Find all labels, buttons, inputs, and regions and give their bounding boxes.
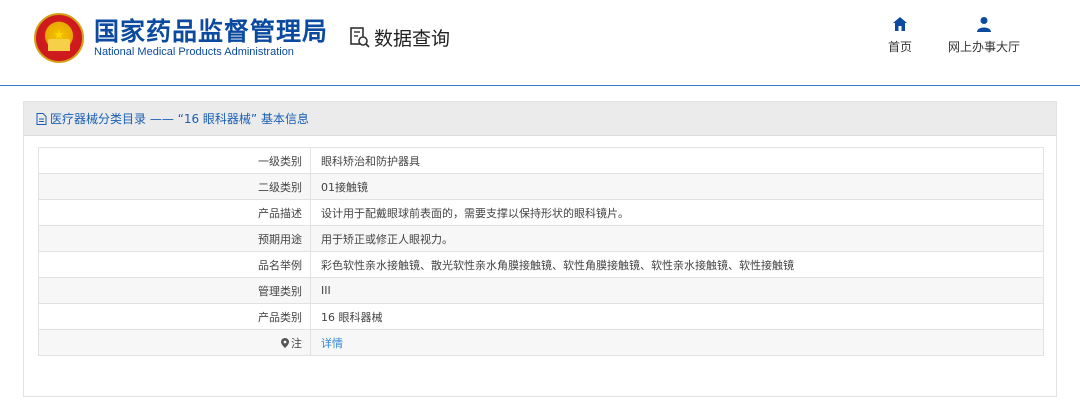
- details-link[interactable]: 详情: [321, 337, 343, 350]
- row-label: 管理类别: [38, 277, 311, 304]
- nav-online-hall[interactable]: 网上办事大厅: [948, 16, 1020, 55]
- section-title: 数据查询: [350, 24, 450, 51]
- panel-title: 医疗器械分类目录 —— “16 眼科器械” 基本信息: [50, 112, 309, 126]
- row-label: 一级类别: [38, 147, 311, 174]
- table-row: 管理类别 III: [38, 277, 1044, 304]
- table-row: 品名举例 彩色软性亲水接触镜、散光软性亲水角膜接触镜、软性角膜接触镜、软性亲水接…: [38, 251, 1044, 278]
- row-value: 16 眼科器械: [310, 303, 1044, 330]
- row-value: 用于矫正或修正人眼视力。: [310, 225, 1044, 252]
- nav-home-label: 首页: [888, 40, 913, 54]
- info-table: 一级类别 眼科矫治和防护器具 二级类别 01接触镜 产品描述 设计用于配戴眼球前…: [38, 147, 1044, 356]
- user-icon: [977, 17, 991, 32]
- row-value: III: [310, 277, 1044, 304]
- agency-name-en[interactable]: National Medical Products Administration: [94, 46, 294, 58]
- row-value: 设计用于配戴眼球前表面的，需要支撑以保持形状的眼科镜片。: [310, 199, 1044, 226]
- note-label-cell: 注: [38, 329, 311, 356]
- site-header: ★ 国家药品监督管理局 National Medical Products Ad…: [0, 0, 1080, 86]
- agency-name-cn[interactable]: 国家药品监督管理局: [94, 12, 328, 48]
- table-row-note: 注 详情: [38, 329, 1044, 356]
- row-value: 彩色软性亲水接触镜、散光软性亲水角膜接触镜、软性角膜接触镜、软性亲水接触镜、软性…: [310, 251, 1044, 278]
- table-row: 一级类别 眼科矫治和防护器具: [38, 147, 1044, 174]
- nav-home[interactable]: 首页: [888, 16, 912, 55]
- table-row: 产品描述 设计用于配戴眼球前表面的，需要支撑以保持形状的眼科镜片。: [38, 199, 1044, 226]
- table-row: 产品类别 16 眼科器械: [38, 303, 1044, 330]
- table-row: 二级类别 01接触镜: [38, 173, 1044, 200]
- row-label: 预期用途: [38, 225, 311, 252]
- panel-header: 医疗器械分类目录 —— “16 眼科器械” 基本信息: [24, 102, 1056, 136]
- nav-online-hall-label: 网上办事大厅: [948, 40, 1021, 54]
- home-icon: [893, 17, 907, 31]
- info-panel: 医疗器械分类目录 —— “16 眼科器械” 基本信息 一级类别 眼科矫治和防护器…: [23, 101, 1057, 397]
- tiananmen-icon: [48, 39, 70, 51]
- row-label: 品名举例: [38, 251, 311, 278]
- note-label: 注: [291, 336, 302, 350]
- national-emblem-logo: ★: [34, 13, 84, 63]
- note-value-cell: 详情: [310, 329, 1044, 356]
- row-label: 产品类别: [38, 303, 311, 330]
- row-label: 二级类别: [38, 173, 311, 200]
- row-value: 眼科矫治和防护器具: [310, 147, 1044, 174]
- row-value: 01接触镜: [310, 173, 1044, 200]
- section-title-text: 数据查询: [374, 28, 451, 50]
- document-search-icon: [350, 26, 370, 48]
- location-pin-icon: [281, 337, 289, 348]
- page-icon: [36, 112, 47, 125]
- table-row: 预期用途 用于矫正或修正人眼视力。: [38, 225, 1044, 252]
- row-label: 产品描述: [38, 199, 311, 226]
